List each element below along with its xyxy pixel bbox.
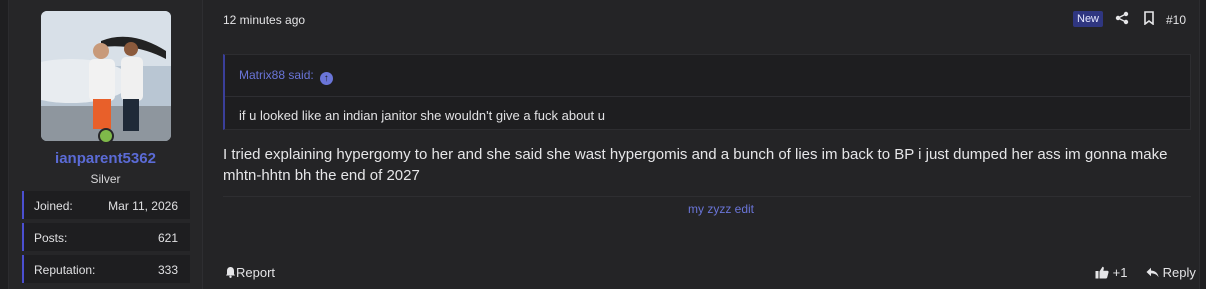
stat-label: Joined: bbox=[34, 199, 73, 213]
reply-button[interactable]: Reply bbox=[1146, 265, 1196, 280]
new-badge: New bbox=[1073, 11, 1104, 27]
quote-block: Matrix88 said: ↑ if u looked like an indi… bbox=[223, 54, 1191, 130]
stat-value: 621 bbox=[157, 231, 178, 245]
quote-divider bbox=[225, 96, 1190, 97]
signature-divider bbox=[223, 196, 1191, 197]
reply-label: Reply bbox=[1162, 265, 1196, 280]
stat-label: Posts: bbox=[34, 231, 68, 245]
quote-header[interactable]: Matrix88 said: ↑ bbox=[239, 68, 333, 85]
bell-icon bbox=[226, 267, 235, 278]
share-icon[interactable] bbox=[1115, 11, 1129, 28]
post-number-link[interactable]: #10 bbox=[1166, 13, 1186, 27]
report-button[interactable]: Report bbox=[225, 265, 275, 280]
user-stat-reputation: Reputation: 333 bbox=[22, 255, 190, 283]
signature-link[interactable]: my zyzz edit bbox=[203, 202, 1206, 216]
quote-text: if u looked like an indian janitor she w… bbox=[239, 108, 605, 123]
avatar-image bbox=[41, 11, 171, 141]
bookmark-icon[interactable] bbox=[1143, 11, 1155, 28]
user-stat-posts: Posts: 621 bbox=[22, 223, 190, 251]
report-label: Report bbox=[236, 265, 276, 280]
username-link[interactable]: ianparent5362 bbox=[9, 150, 202, 167]
online-status-indicator bbox=[98, 128, 114, 144]
avatar[interactable] bbox=[41, 11, 171, 141]
stat-value: Mar 11, 2026 bbox=[108, 199, 178, 213]
post-main: 12 minutes ago New #10 Matrix88 said: ↑ i… bbox=[203, 0, 1199, 289]
thumbs-up-icon bbox=[1095, 266, 1109, 279]
user-stat-joined: Joined: Mar 11, 2026 bbox=[22, 191, 190, 219]
stat-value: 333 bbox=[157, 263, 178, 277]
post-body: I tried explaining hypergomy to her and … bbox=[223, 146, 1168, 184]
like-button[interactable]: +1 bbox=[1095, 265, 1127, 280]
stat-label: Reputation: bbox=[34, 263, 96, 277]
quote-author[interactable]: Matrix88 said: bbox=[239, 68, 314, 82]
post-timestamp[interactable]: 12 minutes ago bbox=[223, 13, 305, 27]
reply-icon bbox=[1146, 267, 1159, 278]
user-sidebar: ianparent5362 Silver Joined: Mar 11, 202… bbox=[9, 0, 203, 289]
user-title: Silver bbox=[90, 172, 121, 186]
post-container: ianparent5362 Silver Joined: Mar 11, 202… bbox=[8, 0, 1200, 289]
like-count: +1 bbox=[1112, 265, 1128, 280]
arrow-up-icon[interactable]: ↑ bbox=[319, 72, 333, 85]
